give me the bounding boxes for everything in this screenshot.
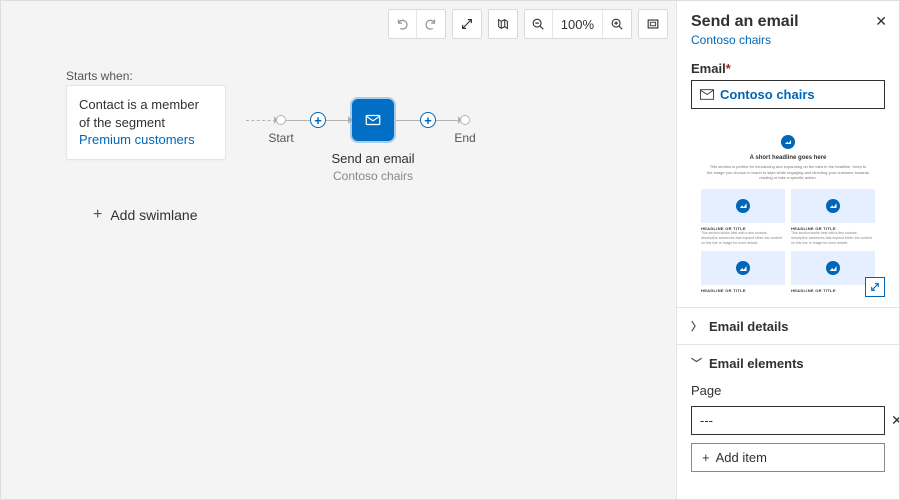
zoom-in-button[interactable] — [603, 10, 631, 38]
add-swimlane-label: Add swimlane — [110, 207, 197, 223]
send-email-tile[interactable] — [354, 101, 392, 139]
tile-subtitle: Contoso chairs — [333, 169, 413, 183]
trigger-heading: Starts when: — [66, 69, 133, 83]
add-item-label: Add item — [716, 450, 767, 465]
preview-logo — [781, 135, 795, 149]
add-step-button[interactable]: + — [310, 112, 326, 128]
trigger-text: Contact is a member of the segment — [79, 97, 199, 130]
panel-breadcrumb-link[interactable]: Contoso chairs — [691, 33, 771, 47]
envelope-icon — [700, 89, 714, 100]
connector — [286, 120, 310, 121]
start-node[interactable] — [276, 115, 286, 125]
connector — [326, 120, 350, 121]
page-input[interactable] — [691, 406, 885, 435]
email-lookup-value: Contoso chairs — [720, 87, 815, 102]
chevron-down-icon: ﹀ — [691, 355, 701, 371]
preview-body: This section is perfect for introducing … — [707, 164, 869, 181]
add-swimlane-button[interactable]: + Add swimlane — [93, 206, 198, 224]
plus-icon: + — [93, 206, 102, 224]
add-item-button[interactable]: + Add item — [691, 443, 885, 472]
close-panel-button[interactable]: ✕ — [875, 13, 887, 30]
fit-screen-button[interactable] — [639, 10, 667, 38]
envelope-icon — [364, 111, 382, 129]
end-label: End — [454, 131, 475, 145]
minimap-button[interactable] — [489, 10, 517, 38]
undo-button[interactable] — [389, 10, 417, 38]
add-step-button[interactable]: + — [420, 112, 436, 128]
segment-link[interactable]: Premium customers — [79, 132, 195, 147]
email-preview-thumbnail[interactable]: A short headline goes here This section … — [691, 125, 885, 295]
expand-canvas-button[interactable] — [453, 10, 481, 38]
email-elements-section[interactable]: ﹀ Email elements — [677, 344, 899, 381]
zoom-out-button[interactable] — [525, 10, 553, 38]
canvas-toolbar: 100% — [388, 9, 668, 39]
chevron-right-icon: 〉 — [691, 318, 701, 334]
clear-page-button[interactable]: ✕ — [891, 412, 899, 429]
redo-button[interactable] — [417, 10, 445, 38]
preview-headline: A short headline goes here — [697, 155, 879, 161]
section-label: Email details — [709, 319, 788, 334]
plus-icon: + — [702, 450, 710, 465]
journey-canvas[interactable]: 100% Starts when: Contact is a member of… — [1, 1, 676, 499]
tile-title: Send an email — [331, 151, 414, 166]
expand-preview-button[interactable] — [865, 277, 885, 297]
start-label: Start — [268, 131, 293, 145]
email-lookup-field[interactable]: Contoso chairs — [691, 80, 885, 109]
properties-panel: Send an email Contoso chairs ✕ Email* Co… — [676, 1, 899, 499]
connector — [436, 120, 460, 121]
connector — [396, 120, 420, 121]
section-label: Email elements — [709, 356, 804, 371]
connector-dashed — [246, 120, 276, 121]
page-field-label: Page — [691, 383, 885, 398]
journey-flow: Start + Send an email Contoso chairs + E… — [246, 101, 470, 139]
end-node[interactable] — [460, 115, 470, 125]
trigger-card[interactable]: Contact is a member of the segment Premi… — [66, 85, 226, 160]
email-details-section[interactable]: 〉 Email details — [677, 307, 899, 344]
zoom-level[interactable]: 100% — [553, 10, 603, 38]
email-field-label: Email* — [691, 61, 885, 76]
panel-title: Send an email — [691, 13, 885, 31]
